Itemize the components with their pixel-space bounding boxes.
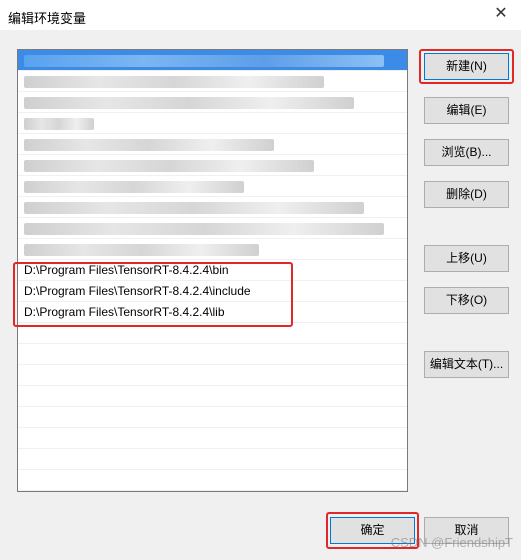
redacted-text — [24, 201, 364, 214]
path-list[interactable]: D:\Program Files\TensorRT-8.4.2.4\bin D:… — [17, 49, 408, 492]
list-item[interactable] — [18, 134, 407, 155]
close-icon[interactable]: ✕ — [491, 4, 511, 24]
list-item-label: D:\Program Files\TensorRT-8.4.2.4\bin — [24, 263, 229, 277]
title-bar: 编辑环境变量 ✕ — [0, 0, 521, 30]
redacted-text — [24, 54, 384, 67]
list-item[interactable] — [18, 113, 407, 134]
list-item[interactable] — [18, 407, 407, 428]
list-item[interactable]: D:\Program Files\TensorRT-8.4.2.4\bin — [18, 260, 407, 281]
list-item[interactable] — [18, 449, 407, 470]
list-item[interactable] — [18, 428, 407, 449]
redacted-text — [24, 117, 94, 130]
list-item[interactable] — [18, 50, 407, 71]
list-item[interactable] — [18, 344, 407, 365]
delete-button[interactable]: 删除(D) — [424, 181, 509, 208]
redacted-text — [24, 159, 314, 172]
list-item[interactable] — [18, 197, 407, 218]
redacted-text — [24, 75, 324, 88]
list-item[interactable]: D:\Program Files\TensorRT-8.4.2.4\lib — [18, 302, 407, 323]
list-item[interactable] — [18, 323, 407, 344]
window-title: 编辑环境变量 — [8, 11, 87, 26]
browse-button[interactable]: 浏览(B)... — [424, 139, 509, 166]
redacted-text — [24, 243, 259, 256]
redacted-text — [24, 180, 244, 193]
watermark: CSDN @FriendshipT — [390, 535, 513, 550]
edit-text-button[interactable]: 编辑文本(T)... — [424, 351, 509, 378]
list-item[interactable] — [18, 470, 407, 491]
list-item[interactable]: D:\Program Files\TensorRT-8.4.2.4\includ… — [18, 281, 407, 302]
redacted-text — [24, 222, 384, 235]
list-item[interactable] — [18, 176, 407, 197]
redacted-text — [24, 96, 354, 109]
edit-button[interactable]: 编辑(E) — [424, 97, 509, 124]
list-item-label: D:\Program Files\TensorRT-8.4.2.4\lib — [24, 305, 225, 319]
list-item[interactable] — [18, 365, 407, 386]
list-item[interactable] — [18, 155, 407, 176]
move-up-button[interactable]: 上移(U) — [424, 245, 509, 272]
new-button[interactable]: 新建(N) — [424, 53, 509, 80]
move-down-button[interactable]: 下移(O) — [424, 287, 509, 314]
list-item[interactable] — [18, 71, 407, 92]
list-item[interactable] — [18, 386, 407, 407]
list-item[interactable] — [18, 218, 407, 239]
redacted-text — [24, 138, 274, 151]
list-item[interactable] — [18, 92, 407, 113]
list-item-label: D:\Program Files\TensorRT-8.4.2.4\includ… — [24, 284, 251, 298]
list-item[interactable] — [18, 239, 407, 260]
